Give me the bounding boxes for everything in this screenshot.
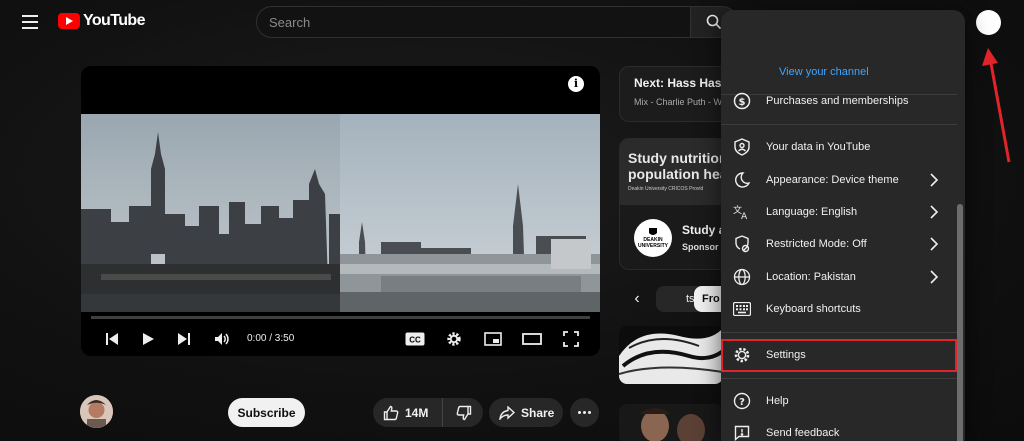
restricted-icon xyxy=(733,235,751,253)
ad-title: Study a xyxy=(682,223,726,237)
menu-item-keyboard-shortcuts[interactable]: Keyboard shortcuts xyxy=(721,294,957,324)
help-icon: ? xyxy=(733,392,751,410)
channel-avatar[interactable] xyxy=(80,395,113,428)
share-label: Share xyxy=(521,405,555,420)
menu-item-language[interactable]: 文A Language: English xyxy=(721,197,957,227)
volume-icon[interactable] xyxy=(211,328,233,350)
chip-label: Fro xyxy=(702,293,720,305)
keyboard-icon xyxy=(733,300,751,318)
translate-icon: 文A xyxy=(733,203,751,221)
previous-icon[interactable] xyxy=(101,328,123,350)
menu-item-location[interactable]: Location: Pakistan xyxy=(721,262,957,292)
search-input[interactable] xyxy=(257,7,691,37)
menu-item-appearance[interactable]: Appearance: Device theme xyxy=(721,165,957,195)
youtube-logo[interactable]: YouTube xyxy=(58,12,145,30)
globe-icon xyxy=(733,268,751,286)
menu-scrollbar[interactable] xyxy=(957,204,963,441)
player-controls: 0:00 / 3:50 CC xyxy=(81,324,600,354)
up-next-subtitle: Mix - Charlie Puth - W xyxy=(634,97,723,107)
next-icon[interactable] xyxy=(173,328,195,350)
settings-highlight-box xyxy=(721,339,957,372)
logo-text: YouTube xyxy=(83,12,145,29)
youtube-watch-page: YouTube i xyxy=(0,0,1024,441)
svg-text:$: $ xyxy=(739,97,746,108)
menu-item-label: Restricted Mode: Off xyxy=(766,238,867,250)
chevron-right-icon xyxy=(930,205,939,219)
ad-banner: Study nutrition population hea Deakin Un… xyxy=(620,139,728,205)
filter-chips: ‹ ts Fro xyxy=(626,284,744,312)
menu-divider xyxy=(721,124,957,125)
theater-mode-icon[interactable] xyxy=(521,328,543,350)
svg-text:?: ? xyxy=(739,397,745,408)
settings-gear-icon[interactable] xyxy=(443,328,465,350)
info-icon[interactable]: i xyxy=(568,76,584,92)
view-channel-link[interactable]: View your channel xyxy=(779,66,869,78)
menu-item-send-feedback[interactable]: Send feedback xyxy=(721,418,957,441)
svg-text:A: A xyxy=(741,212,748,220)
menu-item-label: Location: Pakistan xyxy=(766,271,856,283)
menu-item-help[interactable]: ? Help xyxy=(721,386,957,416)
up-next-card[interactable]: Next: Hass Hass Mix - Charlie Puth - W xyxy=(619,66,729,122)
progress-bar[interactable] xyxy=(91,316,590,319)
shield-person-icon xyxy=(733,138,751,156)
menu-item-label: Appearance: Device theme xyxy=(766,174,899,186)
menu-item-label: Send feedback xyxy=(766,427,840,439)
menu-item-label: Your data in YouTube xyxy=(766,141,871,153)
menu-item-label: Keyboard shortcuts xyxy=(766,303,861,315)
up-next-title: Next: Hass Hass xyxy=(634,76,729,90)
youtube-play-logo-icon xyxy=(58,13,80,29)
miniplayer-icon[interactable] xyxy=(482,328,504,350)
account-avatar-button[interactable] xyxy=(976,10,1001,35)
deakin-crest-icon xyxy=(649,227,657,235)
ad-banner-line-1: Study nutrition xyxy=(628,150,728,166)
share-icon xyxy=(499,405,515,420)
share-button[interactable]: Share xyxy=(489,398,563,427)
ad-banner-line-2: population hea xyxy=(628,166,728,182)
thumbs-down-icon xyxy=(456,405,471,420)
video-frame-skyline xyxy=(81,114,600,312)
like-button[interactable]: 14M xyxy=(373,398,443,427)
sponsored-ad-card[interactable]: Study nutrition population hea Deakin Un… xyxy=(619,138,729,270)
menu-item-restricted-mode[interactable]: Restricted Mode: Off xyxy=(721,229,957,259)
menu-item-purchases[interactable]: $ Purchases and memberships xyxy=(721,86,957,116)
ad-banner-small: Deakin University CRICOS Provid xyxy=(628,186,704,192)
search-box xyxy=(256,6,692,38)
red-annotation-arrow xyxy=(982,48,1011,163)
more-actions-icon[interactable] xyxy=(570,398,599,427)
menu-item-your-data[interactable]: Your data in YouTube xyxy=(721,132,957,162)
account-menu: View your channel $ Purchases and member… xyxy=(721,10,965,441)
captions-label: CC xyxy=(409,336,421,345)
hamburger-menu-icon[interactable] xyxy=(16,10,44,34)
menu-item-label: Purchases and memberships xyxy=(766,95,909,107)
thumbs-up-icon xyxy=(383,405,399,420)
related-video-thumbnail[interactable] xyxy=(619,404,723,441)
deakin-logo: DEAKIN UNIVERSITY xyxy=(634,219,672,257)
chevron-right-icon xyxy=(930,237,939,251)
video-player[interactable]: i 0:00 / 3:50 CC xyxy=(81,66,600,356)
menu-item-label: Language: English xyxy=(766,206,858,218)
chevron-left-icon[interactable]: ‹ xyxy=(626,288,648,310)
dislike-button[interactable] xyxy=(444,398,483,427)
fullscreen-icon[interactable] xyxy=(560,328,582,350)
chevron-right-icon xyxy=(930,173,939,187)
chevron-right-icon xyxy=(930,270,939,284)
like-dislike-group: 14M xyxy=(373,398,483,427)
ad-sponsored-label: Sponsor xyxy=(682,242,719,252)
ad-logo-line-2: UNIVERSITY xyxy=(637,242,668,249)
play-icon[interactable] xyxy=(137,328,159,350)
menu-item-label: Help xyxy=(766,395,789,407)
feedback-icon xyxy=(733,424,751,441)
time-display: 0:00 / 3:50 xyxy=(247,333,295,344)
subscribe-button[interactable]: Subscribe xyxy=(228,398,305,427)
like-count: 14M xyxy=(405,405,429,420)
search-icon xyxy=(706,14,722,30)
moon-icon xyxy=(733,171,751,189)
menu-divider xyxy=(721,378,957,379)
menu-divider xyxy=(721,332,957,333)
related-video-thumbnail[interactable] xyxy=(619,326,723,384)
captions-icon[interactable]: CC xyxy=(404,328,426,350)
dollar-circle-icon: $ xyxy=(733,92,751,110)
